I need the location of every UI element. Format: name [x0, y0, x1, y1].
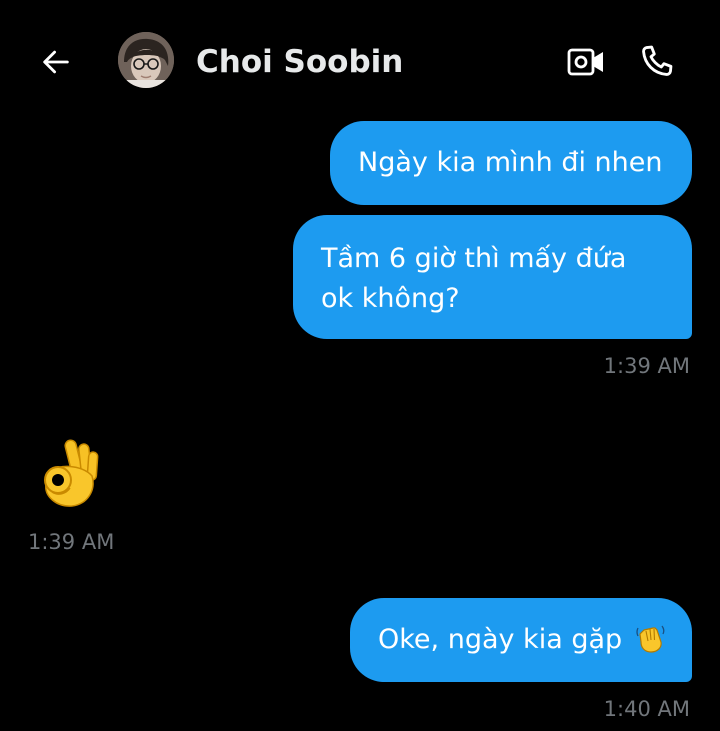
conversation-header: Choi Soobin: [0, 0, 720, 120]
message-timestamp: 1:39 AM: [28, 530, 115, 554]
back-button[interactable]: [30, 38, 82, 86]
contact-name[interactable]: Choi Soobin: [196, 40, 403, 84]
voice-call-button[interactable]: [632, 36, 682, 86]
message-bubble-sent[interactable]: Oke, ngày kia gặp: [350, 598, 692, 682]
ok-hand-icon: [44, 439, 99, 507]
video-call-button[interactable]: [562, 38, 610, 86]
message-timestamp: 1:40 AM: [603, 697, 690, 721]
avatar-photo: [118, 32, 174, 88]
message-timestamp: 1:39 AM: [603, 354, 690, 378]
message-bubble-sent[interactable]: Tầm 6 giờ thì mấy đứa ok không?: [293, 215, 692, 339]
avatar[interactable]: [118, 32, 174, 88]
ok-hand-emoji[interactable]: [32, 434, 104, 510]
message-bubble-sent[interactable]: Ngày kia mình đi nhen: [330, 121, 692, 205]
waving-hand-emoji: [636, 625, 665, 653]
message-text: Oke, ngày kia gặp: [378, 624, 623, 655]
phone-icon: [642, 45, 673, 76]
video-camera-icon: [567, 48, 603, 76]
arrow-left-icon: [43, 50, 69, 74]
